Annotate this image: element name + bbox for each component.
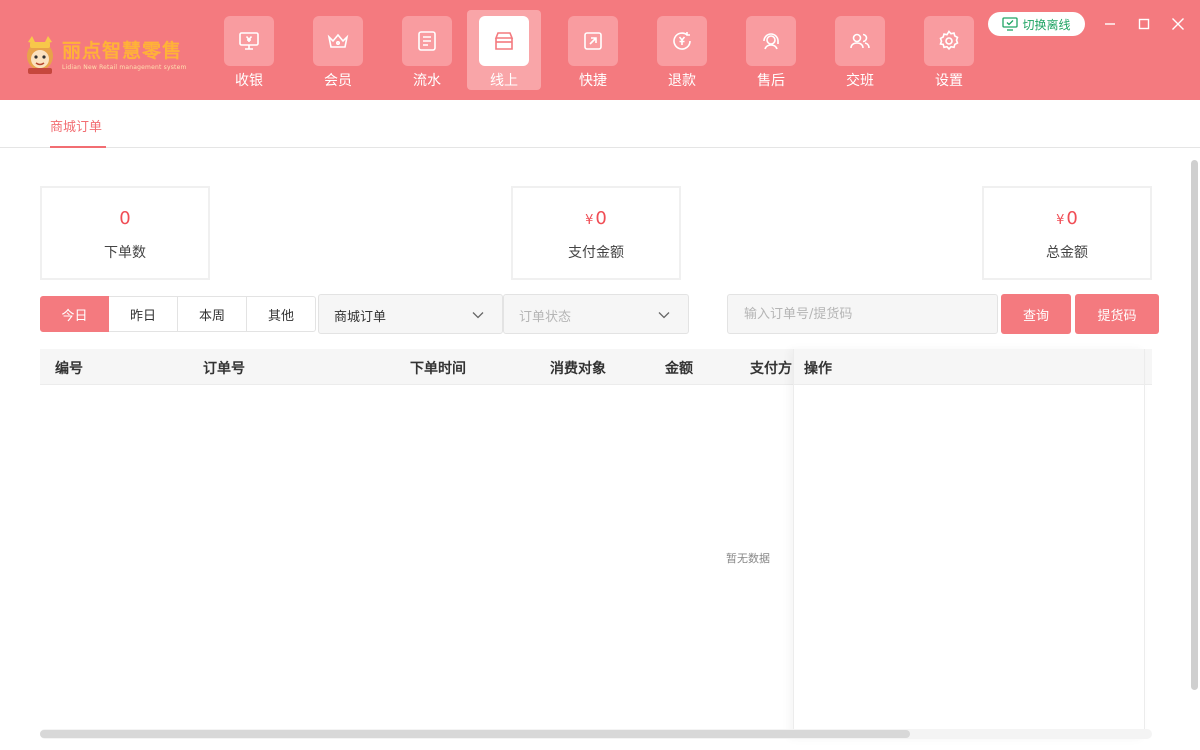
nav-item-after-sales[interactable]: 售后 xyxy=(734,10,808,90)
vertical-scrollbar[interactable] xyxy=(1191,160,1198,690)
nav-label: 线上 xyxy=(490,73,518,89)
maximize-icon xyxy=(1138,18,1150,30)
switch-offline-label: 切换离线 xyxy=(1022,17,1071,32)
cashier-icon xyxy=(224,16,274,66)
nav-item-online[interactable]: 线上 xyxy=(467,10,541,90)
nav-item-ledger[interactable]: 流水 xyxy=(390,10,464,90)
nav-label: 流水 xyxy=(413,73,441,89)
order-status-placeholder: 订单状态 xyxy=(519,310,572,325)
nav-label: 售后 xyxy=(757,73,785,89)
top-bar: 丽点智慧零售 Lidian New Retail management syst… xyxy=(0,0,1200,100)
app-logo: 丽点智慧零售 Lidian New Retail management syst… xyxy=(22,32,186,76)
column-header-order-no[interactable]: 订单号 xyxy=(203,358,245,378)
nav-label: 收银 xyxy=(235,73,263,89)
column-header-payment[interactable]: 支付方 xyxy=(750,358,792,378)
column-header-number[interactable]: 编号 xyxy=(55,358,83,378)
chevron-down-icon xyxy=(472,312,484,319)
nav-item-cashier[interactable]: 收银 xyxy=(212,10,286,90)
stat-label: 下单数 xyxy=(104,245,146,261)
column-header-customer[interactable]: 消费对象 xyxy=(550,358,606,378)
actions-column-header-bg: 操作 xyxy=(794,349,1144,385)
column-header-order-time[interactable]: 下单时间 xyxy=(410,358,466,378)
monitor-check-icon xyxy=(1002,17,1019,31)
logo-subtitle: Lidian New Retail management system xyxy=(62,64,187,71)
column-header-actions[interactable]: 操作 xyxy=(804,358,832,378)
query-button[interactable]: 查询 xyxy=(1001,294,1071,334)
stat-label: 总金额 xyxy=(1046,245,1088,261)
stat-label: 支付金额 xyxy=(568,245,624,261)
headset-icon xyxy=(746,16,796,66)
users-icon xyxy=(835,16,885,66)
horizontal-scrollbar-thumb[interactable] xyxy=(40,730,910,738)
maximize-button[interactable] xyxy=(1134,14,1154,34)
crown-icon xyxy=(313,16,363,66)
gear-icon xyxy=(924,16,974,66)
nav-label: 退款 xyxy=(668,73,696,89)
store-icon xyxy=(479,16,529,66)
order-type-value: 商城订单 xyxy=(334,310,387,325)
range-this-week-button[interactable]: 本周 xyxy=(178,296,247,332)
order-type-select[interactable]: 商城订单 xyxy=(318,294,503,334)
switch-offline-button[interactable]: 切换离线 xyxy=(988,12,1085,36)
pickup-code-button[interactable]: 提货码 xyxy=(1075,294,1159,334)
range-other-button[interactable]: 其他 xyxy=(247,296,316,332)
logo-title: 丽点智慧零售 xyxy=(62,40,183,62)
nav-label: 设置 xyxy=(935,73,963,89)
range-today-button[interactable]: 今日 xyxy=(40,296,109,332)
date-range-group: 今日 昨日 本周 其他 xyxy=(40,296,316,332)
stat-order-count: 0 下单数 xyxy=(40,186,210,280)
app-window: 丽点智慧零售 Lidian New Retail management syst… xyxy=(0,0,1200,750)
ledger-icon xyxy=(402,16,452,66)
close-icon xyxy=(1172,18,1184,30)
actions-fixed-column: 操作 xyxy=(793,349,1145,739)
nav-item-settings[interactable]: 设置 xyxy=(912,10,986,90)
close-button[interactable] xyxy=(1168,14,1188,34)
shortcut-icon xyxy=(568,16,618,66)
minimize-icon xyxy=(1105,23,1115,25)
tab-mall-orders[interactable]: 商城订单 xyxy=(50,116,102,135)
empty-state-text: 暂无数据 xyxy=(726,552,770,565)
stat-value: 0 xyxy=(119,208,131,229)
range-yesterday-button[interactable]: 昨日 xyxy=(109,296,178,332)
minimize-button[interactable] xyxy=(1100,14,1120,34)
nav-item-member[interactable]: 会员 xyxy=(301,10,375,90)
nav-label: 快捷 xyxy=(579,73,607,89)
stat-total-amount: ¥0 总金额 xyxy=(982,186,1152,280)
refund-icon xyxy=(657,16,707,66)
chevron-down-icon xyxy=(658,312,670,319)
tab-active-indicator xyxy=(50,146,106,148)
order-search-input[interactable] xyxy=(727,294,998,334)
nav-item-shortcut[interactable]: 快捷 xyxy=(556,10,630,90)
stat-paid-amount: ¥0 支付金额 xyxy=(511,186,681,280)
column-header-amount[interactable]: 金额 xyxy=(665,358,693,378)
nav-item-refund[interactable]: 退款 xyxy=(645,10,719,90)
order-status-select[interactable]: 订单状态 xyxy=(503,294,689,334)
sub-tabs: 商城订单 xyxy=(0,100,1200,148)
nav-label: 交班 xyxy=(846,73,874,89)
nav-item-shift[interactable]: 交班 xyxy=(823,10,897,90)
stat-value: ¥0 xyxy=(1056,208,1078,229)
horizontal-scrollbar[interactable] xyxy=(40,729,1152,739)
mascot-icon xyxy=(27,36,53,74)
stat-value: ¥0 xyxy=(585,208,607,229)
nav-label: 会员 xyxy=(324,73,352,89)
